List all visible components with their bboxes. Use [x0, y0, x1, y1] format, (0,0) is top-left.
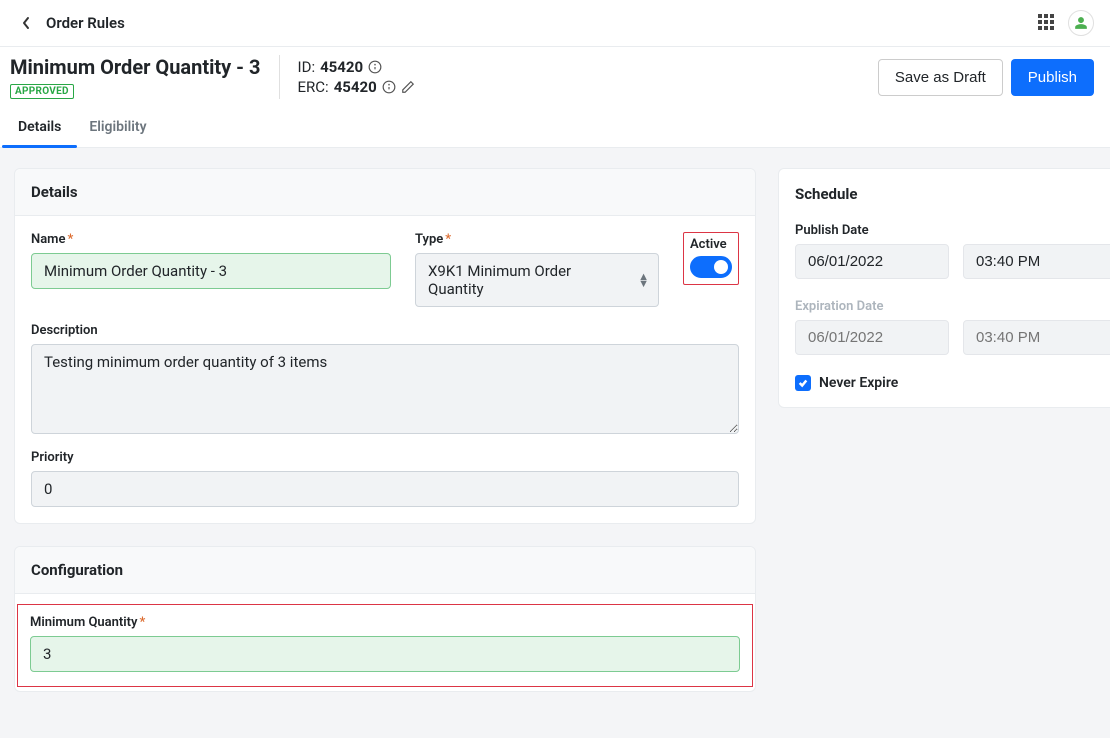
publish-date-label: Publish Date: [795, 223, 1103, 238]
type-select[interactable]: X9K1 Minimum Order Quantity: [415, 253, 659, 307]
details-card-title: Details: [15, 169, 755, 216]
tab-eligibility[interactable]: Eligibility: [87, 109, 148, 147]
erc-value: 45420: [334, 78, 377, 96]
details-card: Details Name* Type* X9K1 Minimum Order Q…: [14, 168, 756, 524]
min-quantity-label: Minimum Quantity*: [30, 615, 740, 630]
configuration-card-title: Configuration: [15, 547, 755, 594]
tab-details[interactable]: Details: [16, 109, 63, 147]
schedule-card-title: Schedule: [779, 169, 1110, 207]
description-label: Description: [31, 323, 739, 338]
never-expire-checkbox[interactable]: [795, 375, 811, 391]
description-textarea[interactable]: [31, 344, 739, 434]
apps-grid-icon[interactable]: [1038, 14, 1056, 32]
active-label: Active: [690, 237, 732, 252]
publish-time-input[interactable]: [963, 244, 1110, 279]
avatar[interactable]: [1068, 10, 1094, 36]
name-input[interactable]: [31, 253, 391, 289]
schedule-card: Schedule Publish Date Expiration Date: [778, 168, 1110, 408]
divider: [279, 55, 280, 99]
save-as-draft-button[interactable]: Save as Draft: [878, 59, 1003, 96]
publish-date-input[interactable]: [795, 244, 949, 279]
type-label: Type*: [415, 232, 659, 247]
active-toggle[interactable]: [690, 256, 732, 278]
info-icon[interactable]: [382, 80, 396, 94]
erc-label: ERC:: [298, 78, 329, 96]
publish-button[interactable]: Publish: [1011, 59, 1094, 96]
pencil-icon[interactable]: [401, 80, 415, 94]
expiration-date-label: Expiration Date: [795, 299, 1103, 314]
min-quantity-highlight: Minimum Quantity*: [17, 604, 753, 687]
breadcrumb-title: Order Rules: [46, 14, 125, 32]
expiration-time-input: [963, 320, 1110, 355]
priority-label: Priority: [31, 450, 739, 465]
priority-input[interactable]: [31, 471, 739, 507]
status-badge: APPROVED: [10, 84, 74, 99]
configuration-card: Configuration Minimum Quantity*: [14, 546, 756, 692]
info-icon[interactable]: [368, 60, 382, 74]
back-button[interactable]: [16, 13, 36, 33]
id-value: 45420: [320, 58, 363, 76]
name-label: Name*: [31, 232, 391, 247]
active-toggle-highlight: Active: [683, 232, 739, 285]
never-expire-label: Never Expire: [819, 375, 898, 391]
min-quantity-input[interactable]: [30, 636, 740, 672]
expiration-date-input: [795, 320, 949, 355]
page-title: Minimum Order Quantity - 3: [10, 55, 261, 79]
id-label: ID:: [298, 58, 316, 76]
